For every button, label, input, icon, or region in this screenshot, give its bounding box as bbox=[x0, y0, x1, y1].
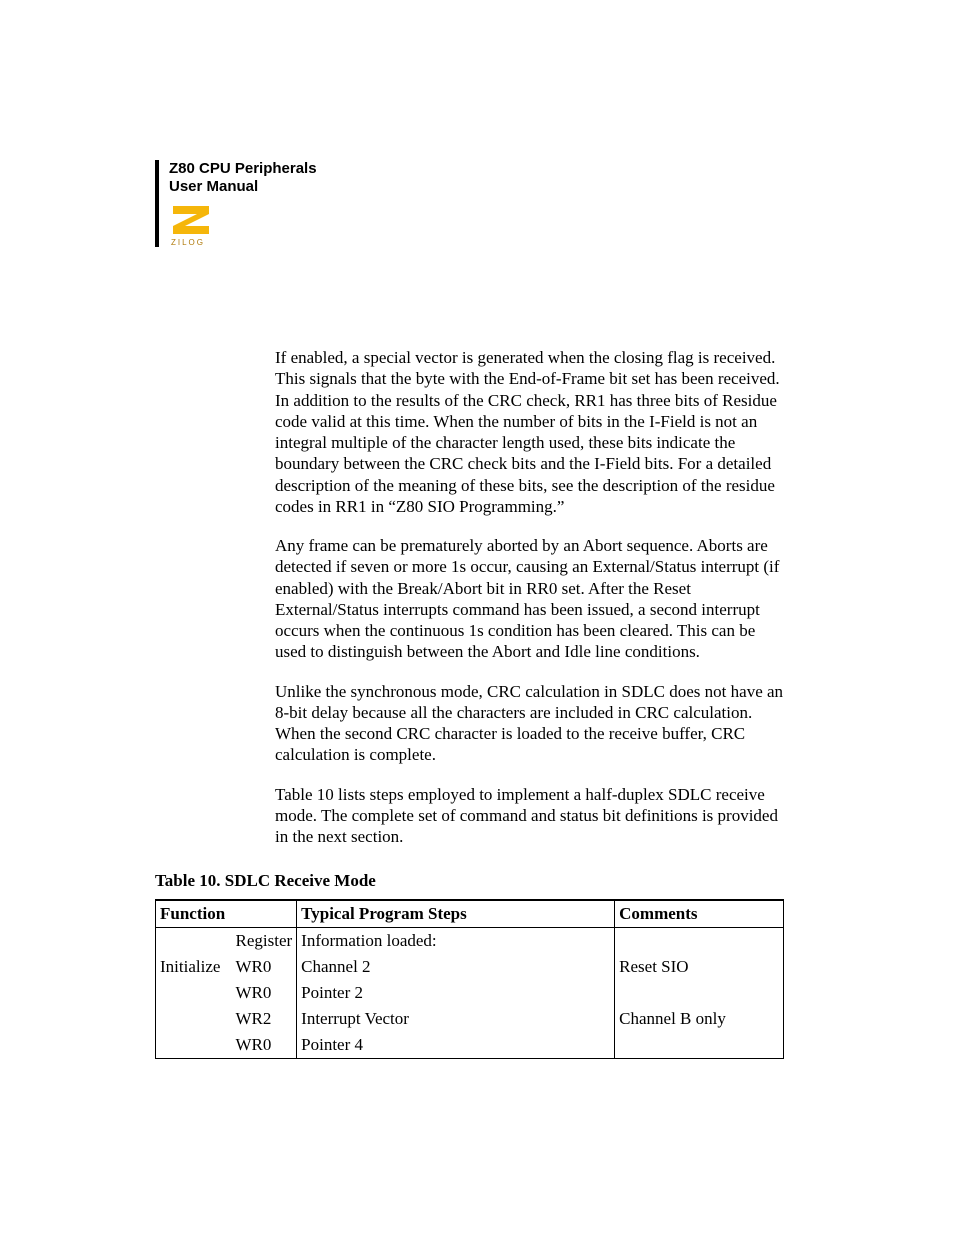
document-title-line2: User Manual bbox=[169, 178, 258, 195]
cell-register: WR0 bbox=[232, 1032, 297, 1059]
document-title-line1: Z80 CPU Peripherals bbox=[169, 160, 317, 177]
sdlc-receive-table: Function Typical Program Steps Comments … bbox=[155, 899, 784, 1059]
table-subheader-row: Register Information loaded: bbox=[156, 928, 784, 955]
cell-step: Channel 2 bbox=[297, 954, 615, 980]
zilog-wordmark: ZILOG bbox=[171, 238, 205, 247]
th-info: Information loaded: bbox=[297, 928, 615, 955]
table-row: Initialize WR0 Channel 2 Reset SIO bbox=[156, 954, 784, 980]
cell-register: WR0 bbox=[232, 980, 297, 1006]
body-text: If enabled, a special vector is generate… bbox=[275, 347, 784, 847]
cell-empty bbox=[615, 928, 784, 955]
cell-function bbox=[156, 1032, 232, 1059]
cell-step: Pointer 2 bbox=[297, 980, 615, 1006]
cell-comment bbox=[615, 980, 784, 1006]
page: Z80 CPU Peripherals User Manual ZILOG If… bbox=[0, 0, 954, 1059]
zilog-z-icon bbox=[169, 202, 217, 236]
cell-function bbox=[156, 1006, 232, 1032]
cell-register: WR2 bbox=[232, 1006, 297, 1032]
paragraph-2: Any frame can be prematurely aborted by … bbox=[275, 535, 784, 663]
table-row: WR0 Pointer 2 bbox=[156, 980, 784, 1006]
document-header: Z80 CPU Peripherals User Manual ZILOG bbox=[155, 160, 784, 247]
paragraph-1: If enabled, a special vector is generate… bbox=[275, 347, 784, 517]
document-title: Z80 CPU Peripherals User Manual bbox=[169, 160, 784, 196]
cell-comment: Channel B only bbox=[615, 1006, 784, 1032]
th-comments: Comments bbox=[615, 900, 784, 928]
cell-step: Interrupt Vector bbox=[297, 1006, 615, 1032]
cell-comment bbox=[615, 1032, 784, 1059]
zilog-logo: ZILOG bbox=[169, 202, 784, 247]
table-header-row: Function Typical Program Steps Comments bbox=[156, 900, 784, 928]
table-row: WR2 Interrupt Vector Channel B only bbox=[156, 1006, 784, 1032]
cell-function bbox=[156, 980, 232, 1006]
cell-function: Initialize bbox=[156, 954, 232, 980]
table-row: WR0 Pointer 4 bbox=[156, 1032, 784, 1059]
th-register: Register bbox=[232, 928, 297, 955]
table-caption: Table 10. SDLC Receive Mode bbox=[155, 871, 784, 891]
paragraph-4: Table 10 lists steps employed to impleme… bbox=[275, 784, 784, 848]
cell-empty bbox=[156, 928, 232, 955]
cell-register: WR0 bbox=[232, 954, 297, 980]
cell-step: Pointer 4 bbox=[297, 1032, 615, 1059]
paragraph-3: Unlike the synchronous mode, CRC calcula… bbox=[275, 681, 784, 766]
cell-comment: Reset SIO bbox=[615, 954, 784, 980]
th-typical: Typical Program Steps bbox=[297, 900, 615, 928]
th-function: Function bbox=[156, 900, 297, 928]
